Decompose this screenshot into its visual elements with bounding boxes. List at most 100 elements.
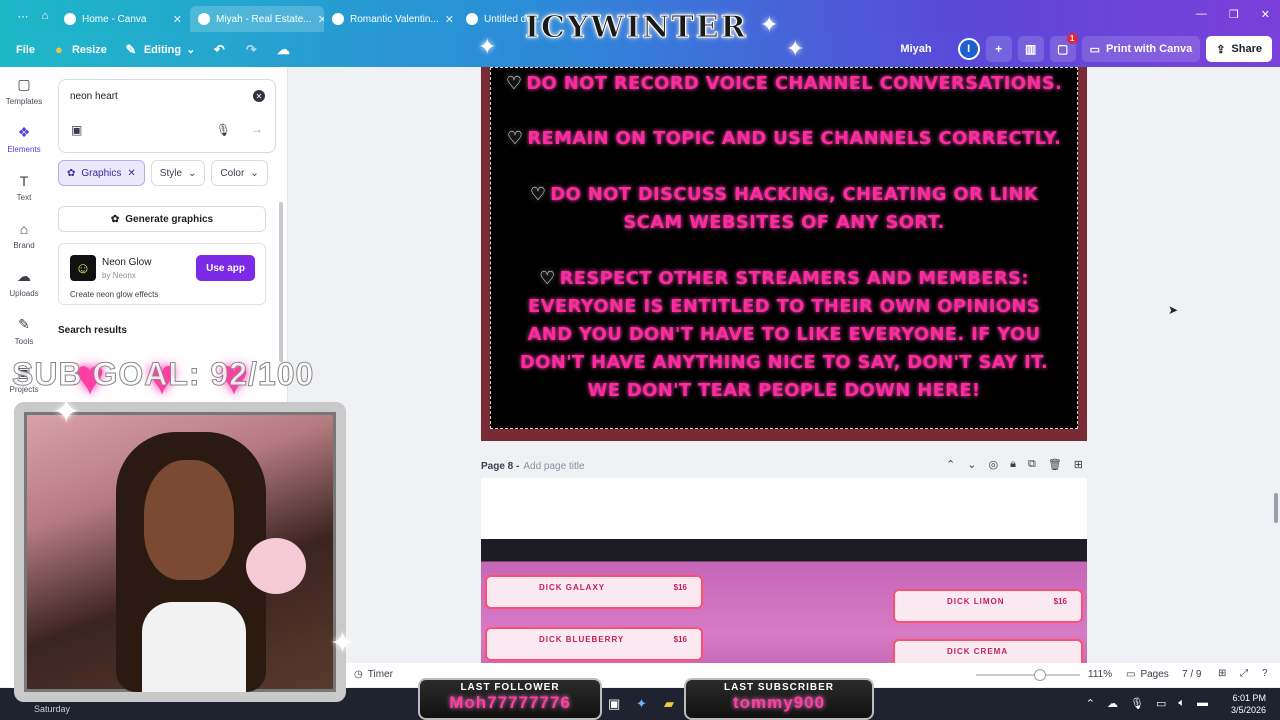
system-clock[interactable]: 6:01 PM 3/5/2026 (1231, 692, 1266, 716)
hide-page-icon[interactable]: ◎ (988, 458, 998, 471)
filter-chips: ✿ Graphics ✕ Style ⌄ Color ⌄ (58, 160, 268, 186)
trash-icon[interactable]: 🗑︎ (1048, 458, 1062, 471)
heart-icon: ♡ (506, 128, 524, 149)
panel-scrollbar[interactable] (279, 202, 283, 362)
filter-graphics[interactable]: ✿ Graphics ✕ (58, 160, 145, 186)
share-button[interactable]: ⇪ Share (1206, 36, 1272, 62)
rail-label: Elements (7, 145, 41, 154)
insights-button[interactable]: ▥ (1017, 36, 1044, 62)
arrow-right-icon[interactable]: → (251, 122, 263, 136)
mic-icon[interactable]: 🎙︎ (1130, 697, 1144, 710)
clear-search-icon[interactable]: ✕ (253, 90, 265, 102)
taskbar-app-icon[interactable]: ▣ (608, 696, 620, 712)
copilot-icon[interactable]: ✦ (636, 696, 647, 712)
maximize-icon[interactable]: ❐ (1229, 8, 1239, 21)
redo-button[interactable]: ↷ (235, 36, 267, 64)
comments-button[interactable]: ▢ 1 (1049, 33, 1078, 62)
file-menu[interactable]: File (8, 36, 43, 64)
tab-romantic-valentine[interactable]: Romantic Valentin... ✕ (324, 6, 458, 32)
speaker-icon[interactable]: 🔈︎ (1178, 697, 1185, 710)
chevron-down-icon: ⌄ (186, 44, 196, 56)
filter-color[interactable]: Color ⌄ (211, 160, 268, 186)
tab-search-icon[interactable]: ⋯ (12, 10, 34, 23)
rail-item-brand[interactable]: ⌂ Brand (0, 211, 48, 259)
page-7[interactable]: ♡ Do not record voice channel conversatio… (481, 67, 1087, 441)
rail-item-templates[interactable]: ▢ Templates (0, 67, 48, 115)
rule-text[interactable]: ♡ Do not discuss hacking, cheating or lin… (491, 181, 1077, 237)
generate-graphics-button[interactable]: ✿ Generate graphics (58, 206, 266, 232)
pages-button[interactable]: ▭ Pages (1126, 669, 1169, 680)
page-8[interactable]: DICK GALAXY $16 DICK BLUEBERRY $16 DICK … (481, 478, 1087, 687)
rail-item-elements[interactable]: ❖ Elements (0, 115, 48, 163)
rail-item-text[interactable]: T Text (0, 163, 48, 211)
print-label: Print with Canva (1106, 43, 1193, 55)
heart-icon: ♡ (505, 73, 523, 94)
help-icon[interactable]: ? (1262, 668, 1268, 679)
search-box[interactable]: neon heart ✕ ▣ 🎙 → (58, 79, 276, 153)
timer-icon: ◷ (354, 669, 363, 680)
use-app-button[interactable]: Use app (196, 255, 255, 281)
timer-button[interactable]: ◷ Timer (354, 669, 393, 680)
rail-item-tools[interactable]: ✎ Tools (0, 307, 48, 355)
redo-icon: ↷ (245, 41, 257, 57)
zoom-slider[interactable] (976, 674, 1080, 676)
canvas-scrollbar[interactable] (1274, 493, 1278, 523)
tab-label: Romantic Valentin... (350, 13, 439, 25)
grid-view-icon[interactable]: ⊞ (1218, 668, 1226, 679)
sparkle-icon: ✿ (110, 213, 120, 225)
zoom-slider-handle[interactable] (1034, 669, 1046, 681)
image-search-icon[interactable]: ▣ (71, 123, 82, 137)
tab-close-icon[interactable]: ✕ (318, 13, 324, 26)
tab-home-icon[interactable]: ⌂ (34, 10, 56, 22)
resize-button[interactable]: ● Resize (43, 36, 115, 64)
cloud-icon[interactable]: ☁ (1107, 697, 1118, 710)
file-explorer-icon[interactable]: ▰ (664, 696, 674, 712)
rules-design[interactable]: ♡ Do not record voice channel conversatio… (490, 67, 1078, 429)
rail-item-uploads[interactable]: ☁ Uploads (0, 259, 48, 307)
page-tools: ⌃ ⌄ ◎ 🔒︎ ⧉ 🗑︎ ⊞ (946, 458, 1083, 471)
neon-glow-logo-icon: ☺ (70, 255, 96, 281)
minimize-icon[interactable]: — (1196, 8, 1207, 21)
lock-icon[interactable]: 🔒︎ (1010, 458, 1016, 471)
comment-icon: ▢ (1056, 42, 1069, 56)
close-window-icon[interactable]: ✕ (1261, 8, 1270, 21)
chevron-down-icon[interactable]: ⌄ (967, 458, 976, 471)
app-card-neon-glow[interactable]: ☺ Neon Glow by Neonx Use app Create neon… (58, 243, 266, 305)
tab-label: Miyah - Real Estate... (216, 13, 312, 25)
display-icon[interactable]: ▭ (1156, 697, 1166, 710)
rule-text[interactable]: ♡ Do not record voice channel conversatio… (491, 70, 1077, 98)
save-status-button[interactable]: ☁ (267, 36, 299, 64)
menu-item-name: DICK GALAXY (539, 583, 606, 592)
tab-home-canva[interactable]: Home - Canva ✕ (56, 6, 190, 32)
tab-close-icon[interactable]: ✕ (173, 13, 182, 26)
avatar[interactable]: I (957, 38, 980, 60)
add-page-icon[interactable]: ⊞ (1074, 458, 1083, 471)
zoom-level[interactable]: 111% (1088, 669, 1112, 680)
menu-card: DICK BLUEBERRY $16 (485, 627, 703, 661)
graphics-icon: ✿ (67, 167, 76, 179)
search-input[interactable]: neon heart (70, 91, 118, 102)
remove-filter-icon[interactable]: ✕ (127, 168, 135, 179)
tab-close-icon[interactable]: ✕ (445, 13, 454, 26)
duplicate-icon[interactable]: ⧉ (1028, 458, 1036, 471)
page-title-input[interactable]: Add page title (523, 461, 584, 472)
chevron-up-icon[interactable]: ⌃ (1086, 697, 1095, 710)
microphone-icon[interactable]: 🎙 (216, 123, 231, 137)
rule-text[interactable]: ♡ Remain on topic and use channels correc… (491, 125, 1077, 153)
chevron-down-icon: ⌄ (188, 167, 197, 179)
fullscreen-icon[interactable]: ⤢ (1240, 668, 1248, 679)
battery-icon[interactable]: ▬ (1197, 697, 1208, 710)
cloud-check-icon: ☁ (276, 41, 290, 57)
menu-item-price: $16 (673, 583, 687, 592)
stream-logo: ICYWINTER (525, 10, 748, 46)
undo-button[interactable]: ↶ (203, 36, 235, 64)
sparkle-icon: ✦ (330, 627, 356, 660)
add-collaborator-button[interactable]: + (985, 36, 1012, 62)
rule-line: Do not discuss hacking, cheating or link… (550, 184, 1039, 233)
editing-mode-button[interactable]: ✎ Editing ⌄ (115, 36, 204, 64)
print-with-canva-button[interactable]: ▭ Print with Canva (1081, 36, 1201, 62)
chevron-up-icon[interactable]: ⌃ (946, 458, 955, 471)
tab-miyah-real-estate[interactable]: Miyah - Real Estate... ✕ (190, 6, 324, 32)
filter-style[interactable]: Style ⌄ (150, 160, 206, 186)
rule-text[interactable]: ♡ Respect other streamers and members: Ev… (491, 265, 1077, 405)
